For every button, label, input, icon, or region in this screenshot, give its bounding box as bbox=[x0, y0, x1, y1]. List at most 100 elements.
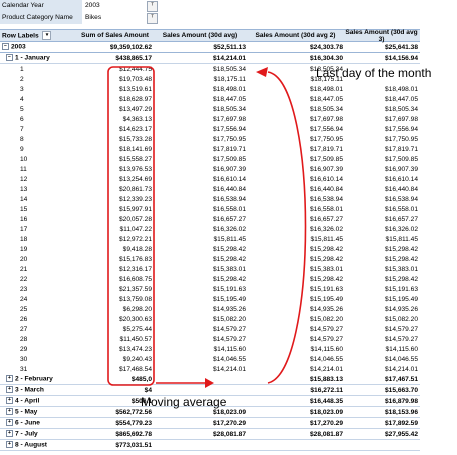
report-filters: Calendar Year 2003 ᵀ Product Category Na… bbox=[0, 0, 170, 25]
cell-sum: $11,047.22 bbox=[119, 225, 152, 233]
day-label: 31 bbox=[20, 365, 28, 373]
cell-avg30-2: $15,883.13 bbox=[309, 375, 343, 383]
cell-avg30-3: $18,505.34 bbox=[384, 105, 418, 113]
day-label: 14 bbox=[20, 195, 28, 203]
cell-avg30: $17,270.29 bbox=[212, 419, 246, 427]
day-row: 6 $4,363.13 $17,697.98 $17,697.98 $17,697.98 bbox=[0, 114, 420, 124]
cell-avg30-2: $15,082.20 bbox=[309, 315, 343, 323]
day-rows: 1 $12,444.75 $18,505.34 $18,505.34 2 $19,703.… bbox=[0, 64, 420, 374]
cell-sum: $4 bbox=[144, 386, 152, 394]
month-label: 7 - July bbox=[15, 430, 38, 438]
cell-avg30-2: $15,811.45 bbox=[310, 235, 343, 243]
day-row: 24 $13,759.08 $15,195.49 $15,195.49 $15,195.… bbox=[0, 294, 420, 304]
filter-dropdown-icon[interactable]: ᵀ bbox=[147, 0, 158, 12]
cell-avg30: $14,935.26 bbox=[212, 305, 246, 313]
cell-avg30-3: $27,955.42 bbox=[384, 430, 418, 438]
cell-avg30: $16,326.02 bbox=[212, 225, 246, 233]
cell-sum: $16,608.75 bbox=[118, 275, 152, 283]
day-row: 26 $20,300.63 $15,082.20 $15,082.20 $15,082.… bbox=[0, 314, 420, 324]
month-label: 1 - January bbox=[15, 54, 50, 62]
cell-sum: $13,497.29 bbox=[118, 105, 152, 113]
moving-average-callout: Moving average bbox=[141, 395, 227, 409]
cell-sum: $18,141.69 bbox=[118, 145, 152, 153]
cell-avg30-3: $15,191.63 bbox=[384, 285, 418, 293]
cell-avg30-3: $17,467.51 bbox=[384, 375, 418, 383]
cell-avg30: $18,505.34 bbox=[212, 65, 246, 73]
expand-toggle[interactable]: + bbox=[6, 397, 13, 405]
filter-dropdown-icon[interactable]: ᵀ bbox=[147, 12, 158, 24]
cell-sum: $9,418.28 bbox=[122, 245, 152, 253]
cell-avg30-3: $18,447.05 bbox=[384, 95, 418, 103]
filter-value: Bikes bbox=[85, 14, 102, 21]
day-label: 20 bbox=[20, 255, 28, 263]
day-row: 15 $15,997.91 $16,558.01 $16,558.01 $16,558.… bbox=[0, 204, 420, 214]
cell-avg30-2: $14,935.26 bbox=[309, 305, 343, 313]
cell-sum: $19,703.48 bbox=[118, 75, 152, 83]
cell-sum: $6,298.20 bbox=[122, 305, 152, 313]
cell-avg30: $15,383.01 bbox=[212, 265, 246, 273]
day-row: 5 $13,497.29 $18,505.34 $18,505.34 $18,505.3… bbox=[0, 104, 420, 114]
cell-avg30: $18,498.01 bbox=[212, 85, 246, 93]
month-label-cell: +3 - March bbox=[0, 386, 78, 394]
cell-avg30-2: $16,538.94 bbox=[309, 195, 343, 203]
column-header-avg30-3: Sales Amount (30d avg 3) bbox=[345, 28, 418, 43]
cell-sum: $13,519.61 bbox=[118, 85, 152, 93]
expand-toggle[interactable]: + bbox=[6, 386, 13, 394]
day-label: 28 bbox=[20, 335, 28, 343]
day-label: 24 bbox=[20, 295, 28, 303]
cell-avg30-2: $16,610.14 bbox=[309, 175, 343, 183]
expand-toggle[interactable]: + bbox=[6, 430, 13, 438]
day-row: 9 $18,141.69 $17,819.71 $17,819.71 $17,819.7… bbox=[0, 144, 420, 154]
cell-avg30-2: $24,303.78 bbox=[309, 43, 343, 51]
filter-product-category: Product Category Name Bikes ᵀ bbox=[0, 11, 170, 25]
month-label: 4 - April bbox=[15, 397, 40, 405]
cell-avg30: $52,511.13 bbox=[213, 43, 246, 51]
collapse-toggle[interactable]: − bbox=[6, 54, 13, 62]
cell-avg30-2: $18,505.34 bbox=[309, 105, 343, 113]
cell-avg30-3: $15,298.42 bbox=[384, 255, 418, 263]
cell-avg30-2: $17,556.94 bbox=[309, 125, 343, 133]
cell-avg30-2: $15,191.63 bbox=[309, 285, 343, 293]
day-row: 10 $15,558.27 $17,509.85 $17,509.85 $17,509.… bbox=[0, 154, 420, 164]
cell-avg30-2: $17,270.29 bbox=[309, 419, 343, 427]
expand-toggle[interactable]: + bbox=[6, 441, 13, 449]
expand-toggle[interactable]: + bbox=[6, 375, 13, 383]
cell-avg30: $17,556.94 bbox=[212, 125, 246, 133]
cell-avg30: $18,505.34 bbox=[212, 105, 246, 113]
day-row: 7 $14,623.17 $17,556.94 $17,556.94 $17,556.9… bbox=[0, 124, 420, 134]
cell-sum: $12,444.75 bbox=[118, 65, 152, 73]
day-row: 25 $6,298.20 $14,935.26 $14,935.26 $14,935.2… bbox=[0, 304, 420, 314]
expand-toggle[interactable]: + bbox=[6, 408, 13, 416]
day-row: 12 $13,254.69 $16,610.14 $16,610.14 $16,610.… bbox=[0, 174, 420, 184]
day-label: 16 bbox=[20, 215, 28, 223]
cell-sum: $17,468.54 bbox=[118, 365, 152, 373]
collapse-toggle[interactable]: − bbox=[2, 43, 9, 51]
expand-toggle[interactable]: + bbox=[6, 419, 13, 427]
cell-avg30: $16,538.94 bbox=[212, 195, 246, 203]
cell-avg30: $18,023.09 bbox=[212, 408, 246, 416]
cell-avg30-2: $18,498.01 bbox=[309, 85, 343, 93]
day-row: 18 $12,972.21 $15,811.45 $15,811.45 $15,811.… bbox=[0, 234, 420, 244]
row-labels-header[interactable]: Row Labels ▾ bbox=[0, 31, 78, 40]
column-header-sum: Sum of Sales Amount bbox=[81, 32, 149, 39]
month-row: +2 - February $485,0 $15,883.13 $17,467.51 bbox=[0, 374, 420, 385]
cell-avg30-2: $16,907.39 bbox=[309, 165, 343, 173]
cell-sum: $12,339.23 bbox=[118, 195, 152, 203]
row-labels-dropdown-icon[interactable]: ▾ bbox=[42, 31, 52, 40]
cell-avg30-3: $25,641.38 bbox=[384, 43, 418, 51]
cell-avg30-3: $15,195.49 bbox=[384, 295, 418, 303]
cell-avg30: $14,214.01 bbox=[212, 54, 246, 62]
day-label: 2 bbox=[20, 75, 24, 83]
month-label-cell: +7 - July bbox=[0, 430, 78, 438]
day-label: 21 bbox=[20, 265, 28, 273]
month-label: 5 - May bbox=[15, 408, 38, 416]
day-row: 11 $13,976.53 $16,907.39 $16,907.39 $16,907.… bbox=[0, 164, 420, 174]
cell-avg30-3: $16,440.84 bbox=[384, 185, 418, 193]
cell-sum: $13,976.53 bbox=[118, 165, 152, 173]
day-label: 26 bbox=[20, 315, 28, 323]
month-label: 8 - August bbox=[15, 441, 47, 449]
cell-sum: $562,772.56 bbox=[115, 408, 152, 416]
cell-avg30: $16,907.39 bbox=[212, 165, 246, 173]
day-label: 4 bbox=[20, 95, 24, 103]
day-row: 23 $21,357.59 $15,191.63 $15,191.63 $15,191.… bbox=[0, 284, 420, 294]
